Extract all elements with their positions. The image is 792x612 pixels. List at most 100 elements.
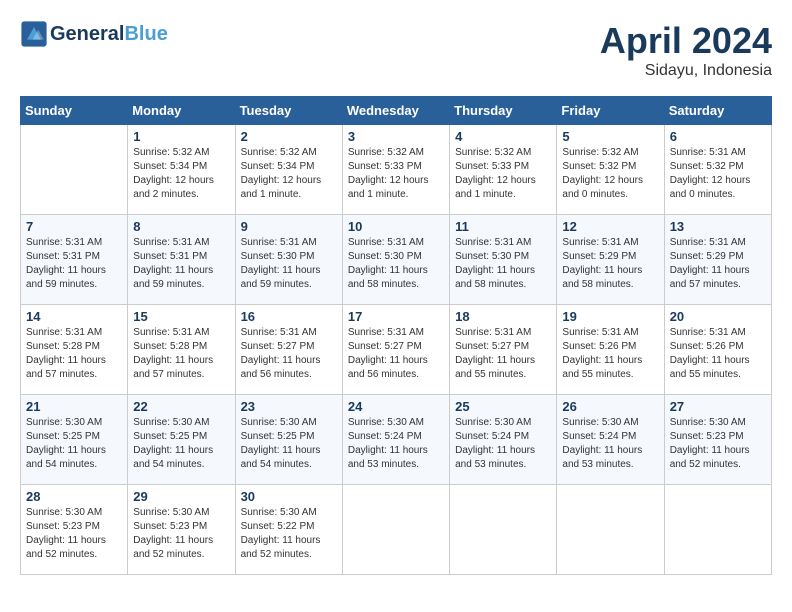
day-number: 4 xyxy=(455,129,551,144)
day-number: 20 xyxy=(670,309,766,324)
day-info: Sunrise: 5:30 AMSunset: 5:24 PMDaylight:… xyxy=(348,416,444,472)
day-info: Sunrise: 5:32 AMSunset: 5:33 PMDaylight:… xyxy=(455,146,551,202)
day-number: 28 xyxy=(26,489,122,504)
day-info: Sunrise: 5:32 AMSunset: 5:34 PMDaylight:… xyxy=(133,146,229,202)
day-info: Sunrise: 5:31 AMSunset: 5:29 PMDaylight:… xyxy=(562,236,658,292)
calendar-cell: 7 Sunrise: 5:31 AMSunset: 5:31 PMDaylight… xyxy=(21,215,128,305)
calendar-cell: 24 Sunrise: 5:30 AMSunset: 5:24 PMDayligh… xyxy=(342,395,449,485)
page-header: GeneralBlue April 2024 Sidayu, Indonesia xyxy=(20,20,772,80)
day-number: 6 xyxy=(670,129,766,144)
day-info: Sunrise: 5:30 AMSunset: 5:24 PMDaylight:… xyxy=(562,416,658,472)
day-info: Sunrise: 5:31 AMSunset: 5:27 PMDaylight:… xyxy=(348,326,444,382)
calendar-cell: 12 Sunrise: 5:31 AMSunset: 5:29 PMDayligh… xyxy=(557,215,664,305)
day-info: Sunrise: 5:32 AMSunset: 5:34 PMDaylight:… xyxy=(241,146,337,202)
day-number: 26 xyxy=(562,399,658,414)
calendar-cell: 17Sunrise: 5:31 AMSunset: 5:27 PMDayligh… xyxy=(342,305,449,395)
day-info: Sunrise: 5:30 AMSunset: 5:24 PMDaylight:… xyxy=(455,416,551,472)
day-number: 29 xyxy=(133,489,229,504)
calendar-cell: 28 Sunrise: 5:30 AMSunset: 5:23 PMDayligh… xyxy=(21,485,128,575)
calendar-cell: 29 Sunrise: 5:30 AMSunset: 5:23 PMDayligh… xyxy=(128,485,235,575)
day-info: Sunrise: 5:31 AMSunset: 5:27 PMDaylight:… xyxy=(241,326,337,382)
calendar-cell: 19Sunrise: 5:31 AMSunset: 5:26 PMDayligh… xyxy=(557,305,664,395)
calendar-cell: 13 Sunrise: 5:31 AMSunset: 5:29 PMDayligh… xyxy=(664,215,771,305)
calendar-header-row: SundayMondayTuesdayWednesdayThursdayFrid… xyxy=(21,97,772,125)
day-number: 10 xyxy=(348,219,444,234)
day-info: Sunrise: 5:30 AMSunset: 5:23 PMDaylight:… xyxy=(26,506,122,562)
day-info: Sunrise: 5:31 AMSunset: 5:26 PMDaylight:… xyxy=(670,326,766,382)
calendar-week-row: 7 Sunrise: 5:31 AMSunset: 5:31 PMDaylight… xyxy=(21,215,772,305)
day-number: 2 xyxy=(241,129,337,144)
calendar-cell: 26 Sunrise: 5:30 AMSunset: 5:24 PMDayligh… xyxy=(557,395,664,485)
logo-icon xyxy=(20,20,48,48)
day-info: Sunrise: 5:31 AMSunset: 5:30 PMDaylight:… xyxy=(241,236,337,292)
day-info: Sunrise: 5:31 AMSunset: 5:29 PMDaylight:… xyxy=(670,236,766,292)
calendar-cell: 16Sunrise: 5:31 AMSunset: 5:27 PMDayligh… xyxy=(235,305,342,395)
day-number: 11 xyxy=(455,219,551,234)
day-info: Sunrise: 5:31 AMSunset: 5:30 PMDaylight:… xyxy=(348,236,444,292)
day-number: 5 xyxy=(562,129,658,144)
calendar-cell: 3 Sunrise: 5:32 AMSunset: 5:33 PMDaylight… xyxy=(342,125,449,215)
calendar-cell xyxy=(450,485,557,575)
day-info: Sunrise: 5:31 AMSunset: 5:32 PMDaylight:… xyxy=(670,146,766,202)
day-number: 8 xyxy=(133,219,229,234)
calendar-cell xyxy=(21,125,128,215)
day-number: 22 xyxy=(133,399,229,414)
day-number: 23 xyxy=(241,399,337,414)
day-info: Sunrise: 5:31 AMSunset: 5:30 PMDaylight:… xyxy=(455,236,551,292)
location-subtitle: Sidayu, Indonesia xyxy=(600,62,772,80)
calendar-cell xyxy=(664,485,771,575)
calendar-cell: 15 Sunrise: 5:31 AMSunset: 5:28 PMDayligh… xyxy=(128,305,235,395)
calendar-week-row: 21 Sunrise: 5:30 AMSunset: 5:25 PMDayligh… xyxy=(21,395,772,485)
header-cell-wednesday: Wednesday xyxy=(342,97,449,125)
calendar-cell: 2 Sunrise: 5:32 AMSunset: 5:34 PMDaylight… xyxy=(235,125,342,215)
day-number: 21 xyxy=(26,399,122,414)
day-info: Sunrise: 5:31 AMSunset: 5:28 PMDaylight:… xyxy=(133,326,229,382)
day-info: Sunrise: 5:30 AMSunset: 5:25 PMDaylight:… xyxy=(241,416,337,472)
calendar-cell: 6 Sunrise: 5:31 AMSunset: 5:32 PMDaylight… xyxy=(664,125,771,215)
logo: GeneralBlue xyxy=(20,20,168,48)
calendar-cell: 18 Sunrise: 5:31 AMSunset: 5:27 PMDayligh… xyxy=(450,305,557,395)
logo-text: GeneralBlue xyxy=(50,23,168,45)
day-info: Sunrise: 5:30 AMSunset: 5:23 PMDaylight:… xyxy=(670,416,766,472)
calendar-week-row: 28 Sunrise: 5:30 AMSunset: 5:23 PMDayligh… xyxy=(21,485,772,575)
calendar-cell: 8Sunrise: 5:31 AMSunset: 5:31 PMDaylight… xyxy=(128,215,235,305)
day-number: 3 xyxy=(348,129,444,144)
calendar-cell xyxy=(342,485,449,575)
calendar-cell: 27Sunrise: 5:30 AMSunset: 5:23 PMDayligh… xyxy=(664,395,771,485)
day-info: Sunrise: 5:32 AMSunset: 5:32 PMDaylight:… xyxy=(562,146,658,202)
calendar-cell: 25 Sunrise: 5:30 AMSunset: 5:24 PMDayligh… xyxy=(450,395,557,485)
calendar-week-row: 14Sunrise: 5:31 AMSunset: 5:28 PMDayligh… xyxy=(21,305,772,395)
day-number: 13 xyxy=(670,219,766,234)
day-info: Sunrise: 5:30 AMSunset: 5:22 PMDaylight:… xyxy=(241,506,337,562)
day-number: 30 xyxy=(241,489,337,504)
header-cell-saturday: Saturday xyxy=(664,97,771,125)
day-number: 12 xyxy=(562,219,658,234)
day-number: 1 xyxy=(133,129,229,144)
day-info: Sunrise: 5:31 AMSunset: 5:31 PMDaylight:… xyxy=(26,236,122,292)
calendar-table: SundayMondayTuesdayWednesdayThursdayFrid… xyxy=(20,96,772,575)
day-number: 24 xyxy=(348,399,444,414)
header-cell-tuesday: Tuesday xyxy=(235,97,342,125)
calendar-cell: 1 Sunrise: 5:32 AMSunset: 5:34 PMDaylight… xyxy=(128,125,235,215)
day-number: 18 xyxy=(455,309,551,324)
day-info: Sunrise: 5:30 AMSunset: 5:25 PMDaylight:… xyxy=(26,416,122,472)
day-number: 9 xyxy=(241,219,337,234)
calendar-cell xyxy=(557,485,664,575)
day-info: Sunrise: 5:31 AMSunset: 5:26 PMDaylight:… xyxy=(562,326,658,382)
header-cell-friday: Friday xyxy=(557,97,664,125)
day-number: 7 xyxy=(26,219,122,234)
day-info: Sunrise: 5:31 AMSunset: 5:27 PMDaylight:… xyxy=(455,326,551,382)
calendar-cell: 4 Sunrise: 5:32 AMSunset: 5:33 PMDaylight… xyxy=(450,125,557,215)
day-number: 15 xyxy=(133,309,229,324)
calendar-cell: 20 Sunrise: 5:31 AMSunset: 5:26 PMDayligh… xyxy=(664,305,771,395)
calendar-cell: 10 Sunrise: 5:31 AMSunset: 5:30 PMDayligh… xyxy=(342,215,449,305)
calendar-cell: 22Sunrise: 5:30 AMSunset: 5:25 PMDayligh… xyxy=(128,395,235,485)
day-info: Sunrise: 5:30 AMSunset: 5:23 PMDaylight:… xyxy=(133,506,229,562)
calendar-cell: 9 Sunrise: 5:31 AMSunset: 5:30 PMDaylight… xyxy=(235,215,342,305)
day-info: Sunrise: 5:31 AMSunset: 5:28 PMDaylight:… xyxy=(26,326,122,382)
day-number: 25 xyxy=(455,399,551,414)
header-cell-monday: Monday xyxy=(128,97,235,125)
calendar-week-row: 1 Sunrise: 5:32 AMSunset: 5:34 PMDaylight… xyxy=(21,125,772,215)
day-info: Sunrise: 5:32 AMSunset: 5:33 PMDaylight:… xyxy=(348,146,444,202)
title-block: April 2024 Sidayu, Indonesia xyxy=(600,20,772,80)
